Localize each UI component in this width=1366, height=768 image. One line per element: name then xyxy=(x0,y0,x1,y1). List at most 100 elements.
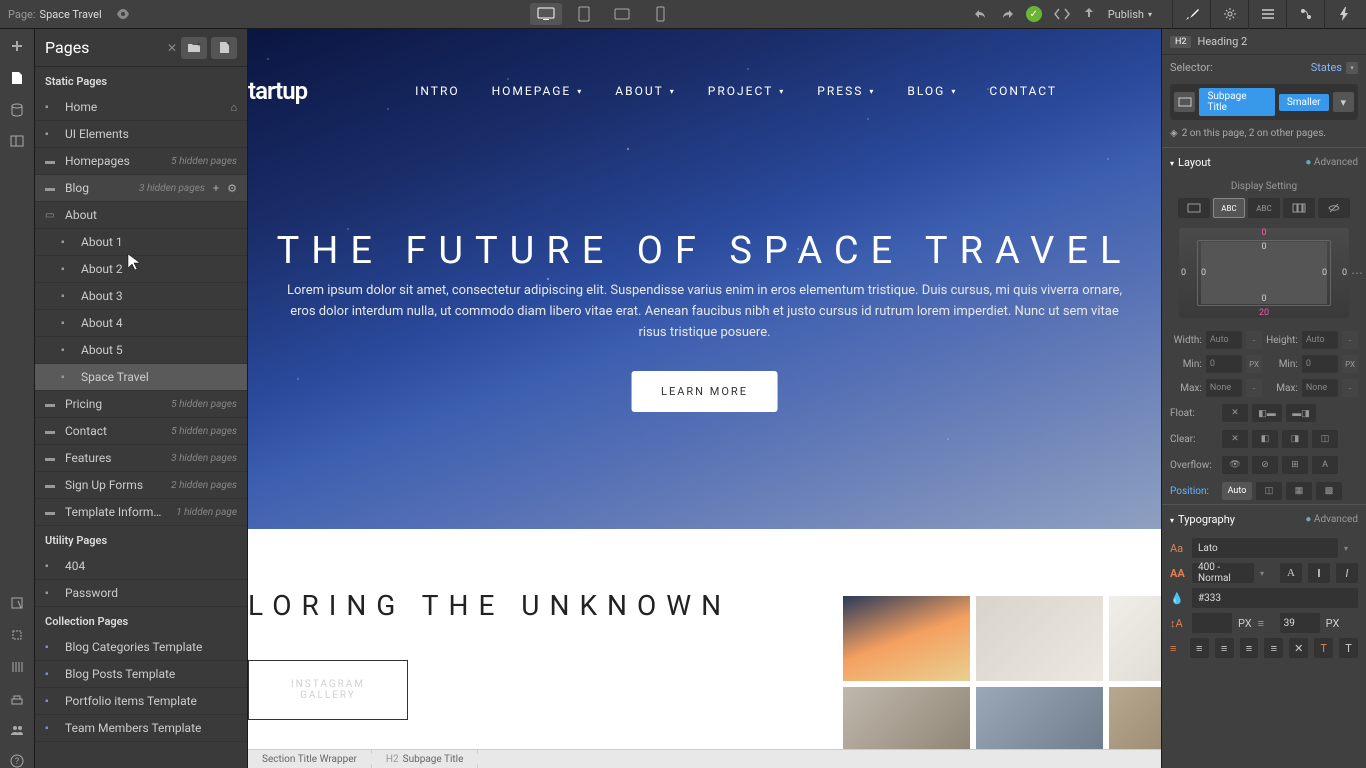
layout-icon[interactable] xyxy=(1248,0,1286,29)
weight-select[interactable]: 400 - Normal xyxy=(1192,563,1254,583)
min-width-input[interactable]: 0 xyxy=(1206,355,1242,373)
color-input[interactable]: #333 xyxy=(1192,588,1358,608)
learn-more-button[interactable]: LEARN MORE xyxy=(631,371,778,412)
page-about-5[interactable]: ▪About 5 xyxy=(35,337,247,364)
folder-about[interactable]: ▭About xyxy=(35,202,247,229)
brush-icon[interactable] xyxy=(1172,0,1210,29)
page-about-2[interactable]: ▪About 2 xyxy=(35,256,247,283)
preview-icon[interactable] xyxy=(116,9,130,19)
text-decoration[interactable]: ✕ xyxy=(1289,638,1308,658)
page-blog-categories-template[interactable]: ▪Blog Categories Template xyxy=(35,634,247,661)
tool3-icon[interactable] xyxy=(10,660,24,674)
tool1-icon[interactable] xyxy=(10,596,24,610)
gear-icon[interactable]: ⚙ xyxy=(227,182,237,195)
folder-signup[interactable]: ▬Sign Up Forms2 hidden pages xyxy=(35,472,247,499)
folder-blog[interactable]: ▬Blog3 hidden pages+⚙ xyxy=(35,175,247,202)
logo[interactable]: tartup xyxy=(248,77,307,105)
class-chip[interactable]: Subpage Title xyxy=(1199,88,1274,116)
nav-about[interactable]: ABOUT▾ xyxy=(615,84,676,98)
style-bold[interactable]: I xyxy=(1308,563,1330,583)
interactions-icon[interactable] xyxy=(1286,0,1324,29)
overflow-auto[interactable]: A xyxy=(1312,456,1338,474)
overflow-hidden[interactable]: ⊘ xyxy=(1252,456,1278,474)
undo-icon[interactable] xyxy=(974,8,988,20)
padding-bottom[interactable]: 0 xyxy=(1261,294,1266,304)
text-transform[interactable]: T xyxy=(1314,638,1333,658)
display-none[interactable] xyxy=(1318,198,1350,218)
display-inline[interactable]: ABC xyxy=(1248,198,1280,218)
device-mobile[interactable] xyxy=(644,3,676,25)
text-transform-2[interactable]: T xyxy=(1339,638,1358,658)
thumbnail[interactable] xyxy=(1109,596,1161,681)
assets-icon[interactable] xyxy=(10,135,24,147)
page-ui-elements[interactable]: ▪UI Elements xyxy=(35,121,247,148)
position-abs[interactable]: ▦ xyxy=(1286,482,1312,500)
status-check-icon[interactable]: ✓ xyxy=(1026,6,1042,22)
hero-section[interactable]: tartup INTRO HOMEPAGE▾ ABOUT▾ PROJECT▾ P… xyxy=(248,29,1161,529)
font-select[interactable]: Lato xyxy=(1192,538,1338,558)
nav-homepage[interactable]: HOMEPAGE▾ xyxy=(492,84,584,98)
folder-pricing[interactable]: ▬Pricing5 hidden pages xyxy=(35,391,247,418)
overflow-scroll[interactable]: ⊞ xyxy=(1282,456,1308,474)
page-space-travel[interactable]: ▪Space Travel xyxy=(35,364,247,391)
clear-right[interactable]: ◨ xyxy=(1282,430,1308,448)
tool4-icon[interactable] xyxy=(10,692,24,706)
nav-intro[interactable]: INTRO xyxy=(415,84,459,98)
page-404[interactable]: ▪404 xyxy=(35,553,247,580)
padding-left[interactable]: 0 xyxy=(1201,268,1206,278)
display-block[interactable] xyxy=(1178,198,1210,218)
box-model-more-icon[interactable]: ⋯ xyxy=(1351,266,1363,280)
breadcrumb-item[interactable]: Section Title Wrapper xyxy=(248,750,372,768)
nav-press[interactable]: PRESS▾ xyxy=(817,84,875,98)
box-model[interactable]: 0 20 0 0 0 0 0 0 ⋯ xyxy=(1179,228,1349,318)
margin-left[interactable]: 0 xyxy=(1181,268,1186,278)
overflow-visible[interactable]: 👁 xyxy=(1222,456,1248,474)
thumbnail[interactable] xyxy=(843,687,970,749)
layout-section-header[interactable]: ▾Layout ● Advanced xyxy=(1162,147,1366,177)
page-about-4[interactable]: ▪About 4 xyxy=(35,310,247,337)
align-center[interactable]: ≡ xyxy=(1215,638,1234,658)
help-icon[interactable]: ? xyxy=(10,754,24,768)
nav-contact[interactable]: CONTACT xyxy=(989,84,1057,98)
folder-homepages[interactable]: ▬Homepages5 hidden pages xyxy=(35,148,247,175)
style-italic[interactable]: I xyxy=(1336,563,1358,583)
cms-icon[interactable] xyxy=(10,103,24,117)
device-icon[interactable] xyxy=(1174,92,1195,112)
share-icon[interactable] xyxy=(1082,7,1096,21)
canvas[interactable]: tartup INTRO HOMEPAGE▾ ABOUT▾ PROJECT▾ P… xyxy=(248,29,1161,749)
new-folder-button[interactable]: + xyxy=(181,37,207,59)
page-about-1[interactable]: ▪About 1 xyxy=(35,229,247,256)
chevron-down-icon[interactable]: ▾ xyxy=(1260,569,1274,578)
page-team-template[interactable]: ▪Team Members Template xyxy=(35,715,247,742)
new-page-button[interactable]: + xyxy=(211,37,237,59)
padding-top[interactable]: 0 xyxy=(1261,242,1266,252)
page-portfolio-template[interactable]: ▪Portfolio items Template xyxy=(35,688,247,715)
chevron-down-icon[interactable]: ▾ xyxy=(1346,62,1358,74)
size-input[interactable] xyxy=(1192,613,1232,633)
redo-icon[interactable] xyxy=(1000,8,1014,20)
thumbnail[interactable] xyxy=(1109,687,1161,749)
position-fixed[interactable]: ▩ xyxy=(1316,482,1342,500)
page-password[interactable]: ▪Password xyxy=(35,580,247,607)
chevron-down-icon[interactable]: ▾ xyxy=(1344,544,1358,553)
add-page-icon[interactable]: + xyxy=(213,182,219,195)
class-chip[interactable]: Smaller xyxy=(1279,94,1329,111)
height-input[interactable]: Auto xyxy=(1302,331,1338,349)
page-blog-posts-template[interactable]: ▪Blog Posts Template xyxy=(35,661,247,688)
padding-right[interactable]: 0 xyxy=(1322,268,1327,278)
folder-contact[interactable]: ▬Contact5 hidden pages xyxy=(35,418,247,445)
breadcrumb-item[interactable]: H2Subpage Title xyxy=(372,750,479,768)
float-right[interactable]: ▬◨ xyxy=(1286,404,1316,422)
code-icon[interactable] xyxy=(1054,8,1070,20)
thumbnail[interactable] xyxy=(843,596,970,681)
class-dropdown-icon[interactable]: ▾ xyxy=(1333,92,1354,112)
folder-template-info[interactable]: ▬Template Inform…1 hidden page xyxy=(35,499,247,526)
close-icon[interactable]: ✕ xyxy=(167,41,177,55)
margin-right[interactable]: 0 xyxy=(1342,268,1347,278)
float-left[interactable]: ◧▬ xyxy=(1252,404,1282,422)
float-none[interactable]: ✕ xyxy=(1222,404,1248,422)
align-left[interactable]: ≡ xyxy=(1190,638,1209,658)
settings-icon[interactable] xyxy=(1210,0,1248,29)
states-dropdown[interactable]: States xyxy=(1311,61,1342,74)
nav-blog[interactable]: BLOG▾ xyxy=(907,84,957,98)
